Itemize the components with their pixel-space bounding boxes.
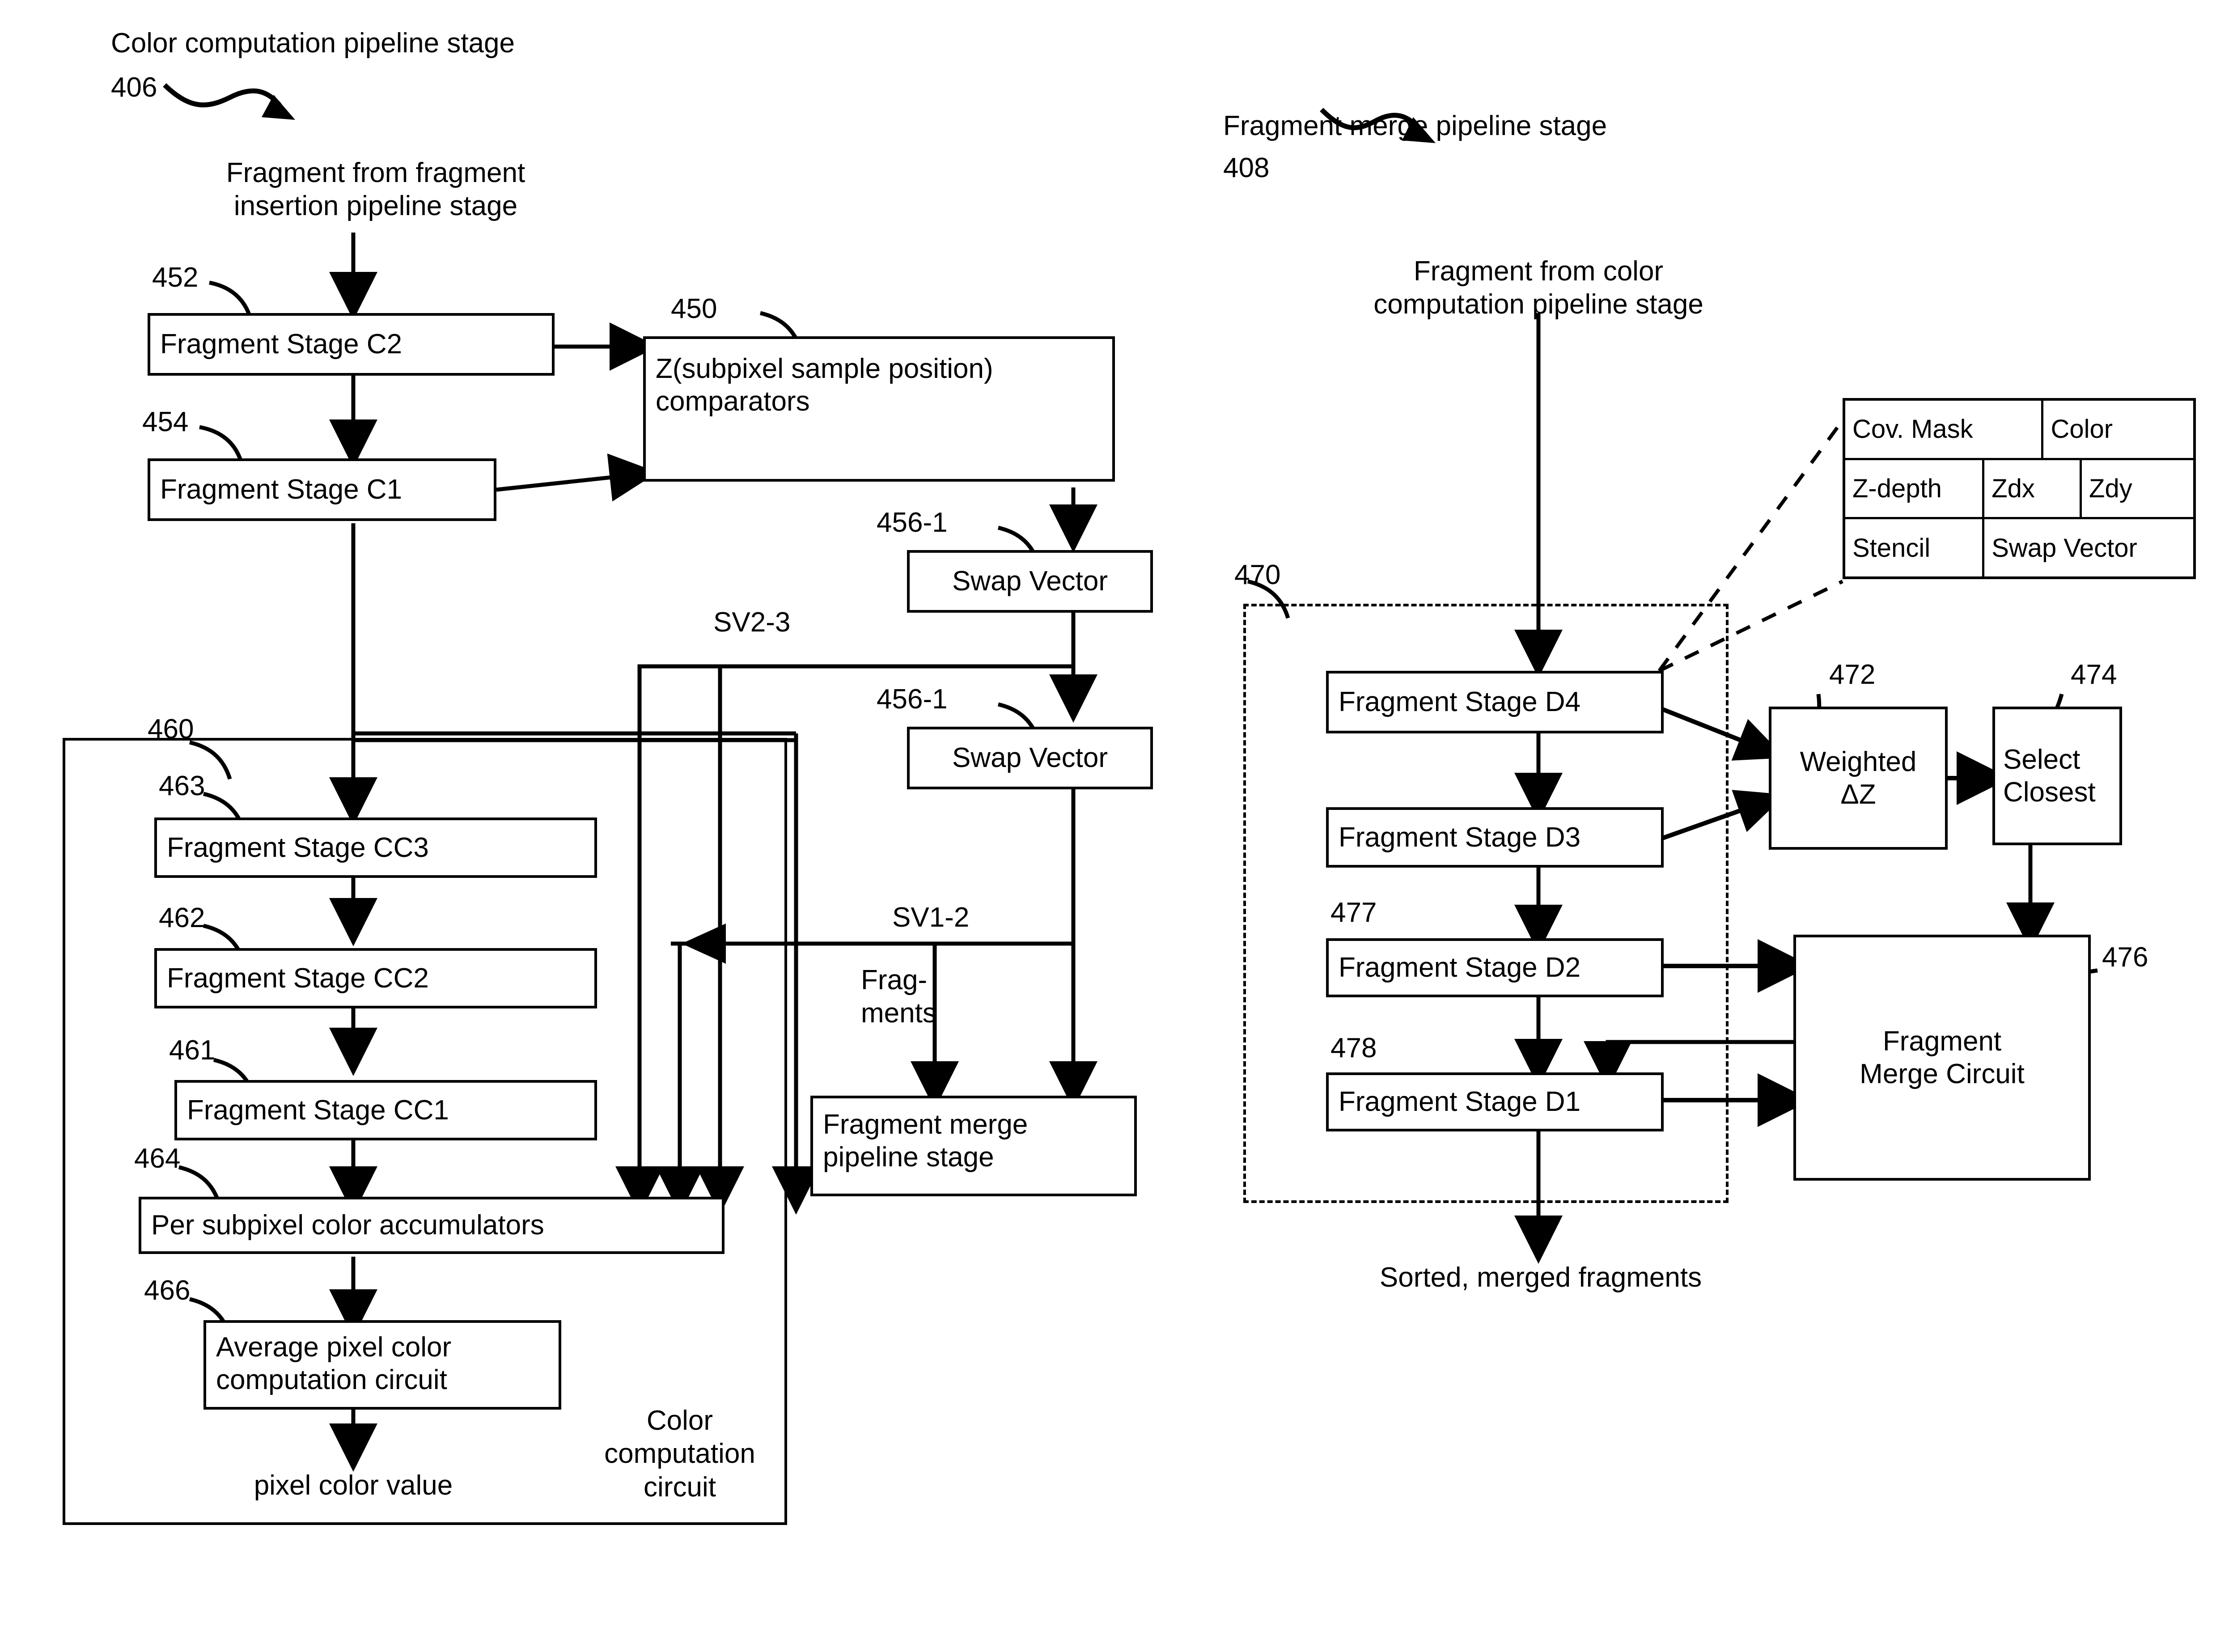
fragment-data-structure-table: Cov. Mask Color Z-depth Zdx Zdy Stencil … (1843, 398, 2196, 579)
ref-456-1-bottom: 456-1 (877, 684, 948, 715)
left-section-ref: 406 (111, 72, 157, 103)
ref-464: 464 (134, 1143, 181, 1174)
box-fragment-stage-d4[interactable]: Fragment Stage D4 (1326, 671, 1664, 733)
cell-zdy: Zdy (2089, 474, 2132, 503)
box-fragment-stage-d2[interactable]: Fragment Stage D2 (1326, 938, 1664, 997)
box-fragment-merge-circuit-label: Fragment Merge Circuit (1860, 1025, 2025, 1089)
ref-476: 476 (2102, 942, 2148, 973)
table-row: Stencil Swap Vector (1845, 519, 2193, 577)
box-fragment-stage-cc2[interactable]: Fragment Stage CC2 (154, 948, 597, 1008)
ref-466: 466 (144, 1275, 191, 1306)
ref-472: 472 (1829, 659, 1876, 690)
ref-450: 450 (671, 293, 717, 324)
cell-color: Color (2051, 415, 2113, 444)
ref-460: 460 (148, 714, 194, 745)
box-fragment-stage-c1[interactable]: Fragment Stage C1 (148, 458, 496, 521)
ref-462: 462 (159, 902, 205, 933)
box-swap-vector-top-label: Swap Vector (952, 566, 1108, 597)
left-input-label: Fragment from fragment insertion pipelin… (226, 157, 525, 222)
box-swap-vector-bottom-label: Swap Vector (952, 742, 1108, 774)
ref-461: 461 (169, 1035, 216, 1066)
box-fragment-stage-c1-label: Fragment Stage C1 (160, 474, 403, 505)
color-computation-circuit-label: Color computation circuit (604, 1405, 755, 1503)
right-section-ref: 408 (1223, 152, 1270, 183)
box-fragment-merge-circuit[interactable]: Fragment Merge Circuit (1793, 935, 2091, 1181)
box-fragment-stage-cc2-label: Fragment Stage CC2 (167, 962, 429, 994)
box-weighted-delta-z[interactable]: Weighted ΔZ (1769, 707, 1948, 850)
box-fragment-stage-cc1-label: Fragment Stage CC1 (187, 1094, 449, 1126)
box-select-closest[interactable]: Select Closest (1992, 707, 2122, 845)
box-z-comparators-label: Z(subpixel sample position) comparators (656, 353, 993, 417)
ref-452: 452 (152, 262, 199, 293)
box-fragment-stage-cc1[interactable]: Fragment Stage CC1 (174, 1080, 597, 1140)
signal-sv2-3: SV2-3 (713, 607, 791, 638)
cell-stencil: Stencil (1845, 519, 1985, 577)
box-fragment-stage-cc3[interactable]: Fragment Stage CC3 (154, 818, 597, 878)
ref-463: 463 (159, 771, 205, 801)
box-fragment-stage-c2-label: Fragment Stage C2 (160, 329, 403, 360)
box-fragment-stage-d3-label: Fragment Stage D3 (1339, 822, 1581, 853)
box-per-subpixel-color-accumulators-label: Per subpixel color accumulators (151, 1210, 544, 1241)
box-average-pixel-color-computation-circuit-label: Average pixel color computation circuit (216, 1332, 452, 1396)
box-fragment-stage-d2-label: Fragment Stage D2 (1339, 952, 1581, 983)
box-fragment-merge-pipeline-stage[interactable]: Fragment merge pipeline stage (810, 1096, 1137, 1196)
ref-456-1-top: 456-1 (877, 507, 948, 538)
right-input-label: Fragment from color computation pipeline… (1373, 256, 1703, 320)
box-z-comparators[interactable]: Z(subpixel sample position) comparators (643, 336, 1115, 482)
box-swap-vector-bottom[interactable]: Swap Vector (907, 727, 1153, 789)
ref-478: 478 (1330, 1033, 1377, 1063)
box-select-closest-label: Select Closest (2003, 744, 2096, 808)
signal-fragments: Frag- ments (861, 965, 936, 1029)
box-swap-vector-top[interactable]: Swap Vector (907, 550, 1153, 613)
ref-474: 474 (2071, 659, 2117, 690)
signal-sv1-2: SV1-2 (892, 902, 970, 933)
box-fragment-stage-c2[interactable]: Fragment Stage C2 (148, 313, 555, 376)
left-section-title: Color computation pipeline stage (111, 28, 515, 59)
box-fragment-stage-d4-label: Fragment Stage D4 (1339, 686, 1581, 718)
box-weighted-delta-z-label: Weighted ΔZ (1800, 746, 1917, 810)
ref-470: 470 (1234, 559, 1281, 590)
box-fragment-stage-d3[interactable]: Fragment Stage D3 (1326, 807, 1664, 868)
right-section-title: Fragment merge pipeline stage (1223, 110, 1607, 141)
box-fragment-stage-d1[interactable]: Fragment Stage D1 (1326, 1072, 1664, 1131)
ref-477: 477 (1330, 897, 1377, 928)
ref-454: 454 (142, 407, 189, 437)
right-output-label: Sorted, merged fragments (1379, 1262, 1702, 1293)
box-average-pixel-color-computation-circuit[interactable]: Average pixel color computation circuit (203, 1320, 561, 1410)
box-per-subpixel-color-accumulators[interactable]: Per subpixel color accumulators (139, 1197, 725, 1254)
cell-cov-mask: Cov. Mask (1845, 401, 2044, 458)
table-row: Cov. Mask Color (1845, 401, 2193, 460)
box-fragment-stage-d1-label: Fragment Stage D1 (1339, 1086, 1581, 1118)
cell-z-depth: Z-depth (1845, 460, 1985, 517)
cell-swap-vector: Swap Vector (1991, 533, 2137, 563)
patent-figure: Color computation pipeline stage 406 Fra… (0, 0, 2233, 1652)
table-row: Z-depth Zdx Zdy (1845, 460, 2193, 520)
cell-zdx: Zdx (1984, 460, 2082, 517)
left-output-label: pixel color value (254, 1470, 453, 1501)
box-fragment-merge-pipeline-stage-label: Fragment merge pipeline stage (823, 1109, 1028, 1173)
box-fragment-stage-cc3-label: Fragment Stage CC3 (167, 832, 429, 863)
